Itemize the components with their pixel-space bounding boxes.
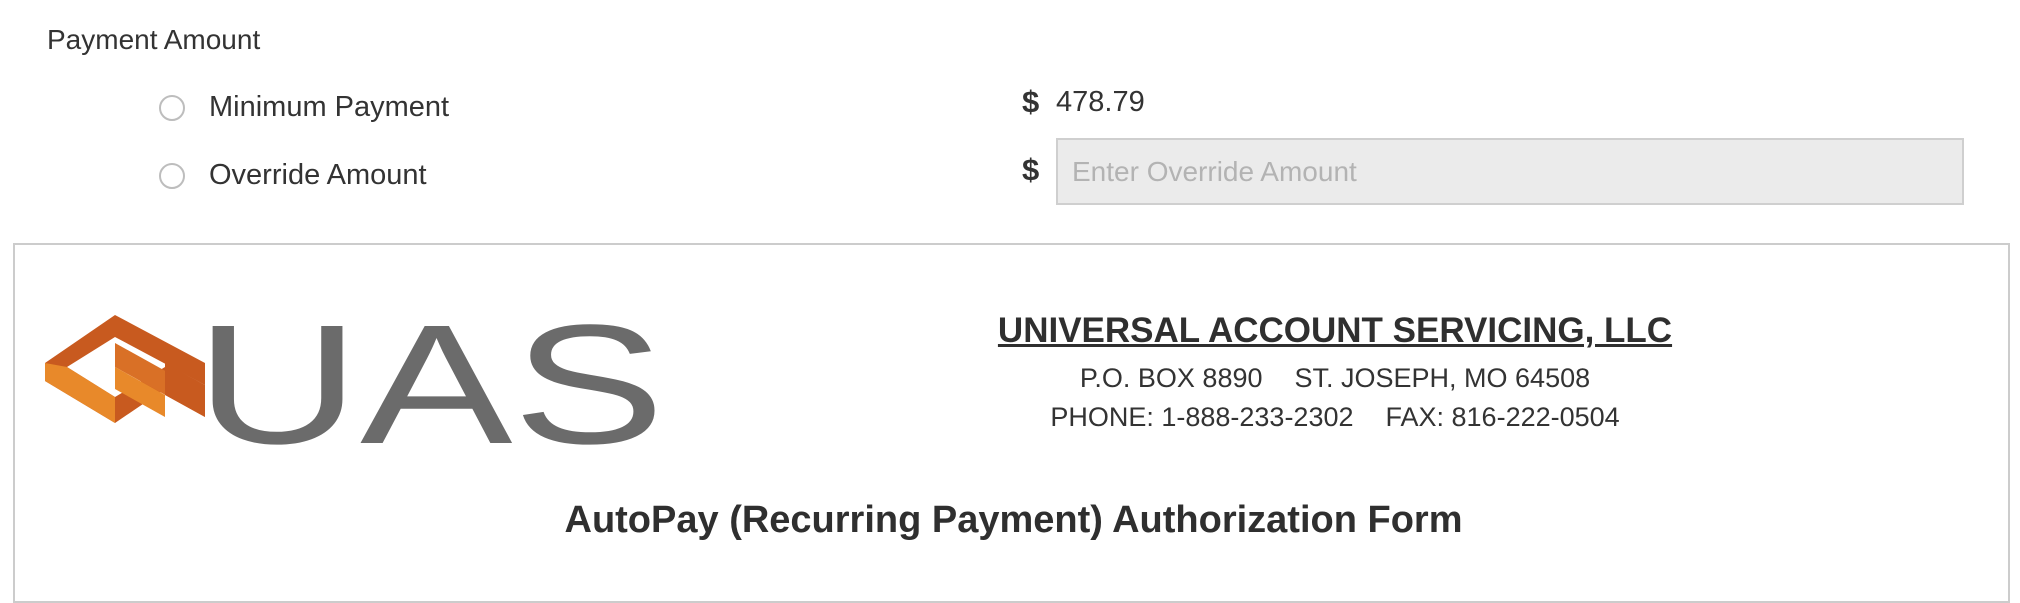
- uas-logo: UAS: [45, 305, 665, 455]
- minimum-payment-amount: 478.79: [1056, 86, 1145, 118]
- phone-number: PHONE: 1-888-233-2302: [1050, 402, 1354, 432]
- section-label-payment-amount: Payment Amount: [47, 24, 261, 55]
- city-state-zip: ST. JOSEPH, MO 64508: [1294, 363, 1591, 393]
- minimum-payment-radio[interactable]: [159, 94, 185, 121]
- uas-logo-text: UAS: [195, 305, 665, 455]
- company-address: P.O. BOX 8890 ST. JOSEPH, MO 64508: [665, 363, 2005, 394]
- minimum-payment-option[interactable]: Minimum Payment: [159, 91, 449, 124]
- fax-number: FAX: 816-222-0504: [1385, 402, 1620, 432]
- override-amount-label: Override Amount: [209, 159, 427, 191]
- minimum-payment-label: Minimum Payment: [209, 91, 450, 123]
- authorization-form-panel: UAS UNIVERSAL ACCOUNT SERVICING, LLC P.O…: [13, 243, 2010, 603]
- override-amount-input[interactable]: [1056, 138, 1964, 205]
- override-amount-radio[interactable]: [159, 162, 185, 189]
- po-box: P.O. BOX 8890: [1079, 363, 1263, 393]
- minimum-payment-currency: $: [1022, 84, 1040, 119]
- form-title: AutoPay (Recurring Payment) Authorizatio…: [564, 499, 1463, 541]
- company-contact: PHONE: 1-888-233-2302 FAX: 816-222-0504: [665, 402, 2005, 433]
- override-amount-currency: $: [1022, 152, 1040, 187]
- override-amount-option[interactable]: Override Amount: [159, 159, 427, 192]
- company-name: UNIVERSAL ACCOUNT SERVICING, LLC: [997, 311, 1673, 350]
